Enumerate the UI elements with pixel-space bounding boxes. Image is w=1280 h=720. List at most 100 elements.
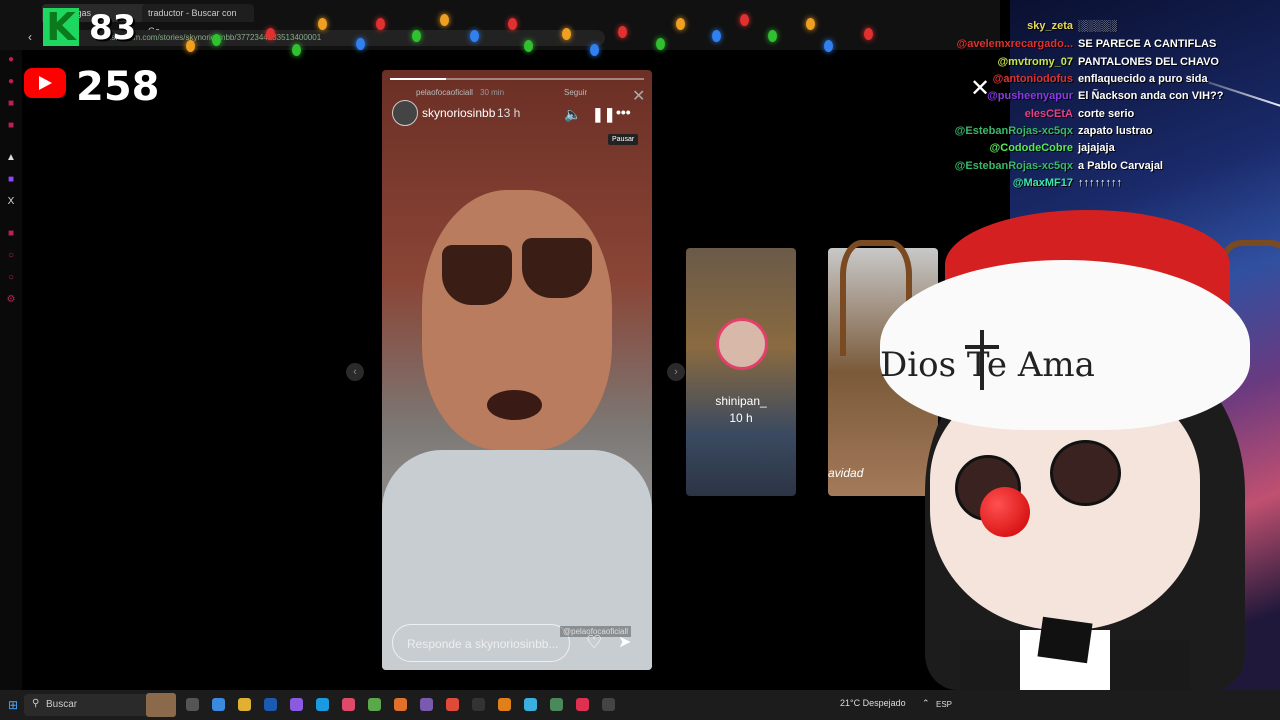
sunglasses-right [522, 238, 592, 298]
chrome-icon[interactable] [446, 698, 459, 711]
taskbar-widget[interactable] [146, 693, 176, 717]
christmas-light [412, 30, 421, 42]
next-story-preview[interactable]: shinipan_ 10 h [686, 248, 796, 496]
vtuber-bow [1037, 616, 1093, 664]
sidebar-up-icon[interactable]: ▲ [5, 152, 17, 164]
chat-close-icon[interactable]: ✕ [970, 74, 990, 103]
sidebar-twitch-icon[interactable]: ■ [5, 174, 17, 186]
chat-username[interactable]: @pusheenyapur [987, 90, 1073, 102]
app-icon-5[interactable] [290, 698, 303, 711]
app-icon-10[interactable] [420, 698, 433, 711]
chat-message: jajajaja [1078, 142, 1115, 154]
windows-icon[interactable]: ⊞ [8, 698, 18, 712]
christmas-light [292, 44, 301, 56]
more-icon[interactable]: ••• [616, 104, 631, 120]
youtube-play-icon [39, 76, 52, 90]
youtube-viewer-count: 258 [76, 64, 160, 110]
app-icon-8[interactable] [368, 698, 381, 711]
vtuber-eye-right [1050, 440, 1121, 506]
task-view-icon[interactable] [186, 698, 199, 711]
chat-message: ↑↑↑↑↑↑↑↑ [1078, 177, 1122, 189]
close-icon[interactable]: ✕ [632, 86, 645, 106]
chat-username[interactable]: elesCEtA [1025, 108, 1073, 120]
sidebar-tab-icon[interactable]: ■ [5, 120, 17, 132]
christmas-light [562, 28, 571, 40]
sidebar-wallet-icon[interactable]: ○ [5, 272, 17, 284]
sidebar-x-icon[interactable]: X [5, 196, 17, 208]
christmas-light [318, 18, 327, 30]
sidebar-app-icon[interactable]: ■ [5, 228, 17, 240]
chat-username[interactable]: @avelemxrecargado... [956, 38, 1073, 50]
sidebar-clock-icon[interactable]: ○ [5, 250, 17, 262]
next-story-caption: avidad [828, 466, 864, 480]
app-icon-14[interactable] [524, 698, 537, 711]
firefox-icon[interactable] [394, 698, 407, 711]
story-progress-fill [390, 78, 446, 80]
christmas-light [186, 40, 195, 52]
volume-icon[interactable]: 🔈 [564, 106, 581, 123]
chat-username[interactable]: sky_zeta [1027, 20, 1073, 32]
red-nose [980, 487, 1030, 537]
weather-widget[interactable]: 21°C Despejado [840, 698, 906, 708]
christmas-light [266, 28, 275, 40]
chat-username[interactable]: @mvtromy_07 [997, 56, 1073, 68]
copilot-icon[interactable] [212, 698, 225, 711]
story-sub-username: pelaofocaoficiall [416, 88, 473, 97]
opera-icon[interactable] [576, 698, 589, 711]
sidebar-chat-icon[interactable]: ● [5, 76, 17, 88]
follow-button[interactable]: Seguir [564, 88, 587, 97]
vscode-icon[interactable] [264, 698, 277, 711]
christmas-light [656, 38, 665, 50]
christmas-light [212, 34, 221, 46]
story-sub-time: 30 min [480, 88, 505, 97]
app-icon-12[interactable] [472, 698, 485, 711]
story-username[interactable]: skynoriosinbb [422, 106, 495, 120]
sidebar-history-icon[interactable]: ● [5, 54, 17, 66]
next-story-username: shinipan_ [715, 394, 767, 408]
next-story-avatar [716, 318, 768, 370]
christmas-light [524, 40, 533, 52]
dios-banner: Dios Te Ama [880, 345, 1095, 385]
sidebar-gear-icon[interactable]: ⚙ [5, 294, 17, 306]
search-icon: ⚲ [32, 698, 40, 709]
next-story-time: 10 h [729, 411, 753, 425]
tab-traductor[interactable]: traductor - Buscar con Go [142, 4, 254, 36]
chat-username[interactable]: @EstebanRojas-xc5qx [955, 160, 1073, 172]
story-progress-bar [390, 78, 644, 80]
app-icon-15[interactable] [550, 698, 563, 711]
chat-username[interactable]: @EstebanRojas-xc5qx [955, 125, 1073, 137]
kick-viewer-count: 83 [89, 8, 137, 48]
edge-icon[interactable] [316, 698, 329, 711]
send-icon[interactable]: ➤ [618, 632, 631, 652]
chat-message: corte serio [1078, 108, 1135, 120]
christmas-light [618, 26, 627, 38]
chevron-up-icon[interactable]: ⌃ [922, 698, 930, 709]
christmas-light [470, 30, 479, 42]
chat-username[interactable]: @antoniodofus [993, 73, 1073, 85]
chat-message: El Ñackson anda con VIH?? [1078, 90, 1224, 102]
chevron-right-icon[interactable]: › [667, 363, 685, 381]
browser-sidebar [0, 50, 22, 690]
chat-message: ░░░░░ [1078, 20, 1117, 32]
language-indicator[interactable]: ESP [936, 700, 952, 709]
app-icon-7[interactable] [342, 698, 355, 711]
chat-message: zapato lustrao [1078, 125, 1153, 137]
taskbar: ⊞ Buscar ⚲ 21°C Despejado ⌃ ESP [0, 690, 1280, 720]
chat-username[interactable]: @MaxMF17 [1013, 177, 1073, 189]
christmas-light [824, 40, 833, 52]
chevron-left-icon[interactable]: ‹ [346, 363, 364, 381]
story-timestamp: 13 h [497, 106, 521, 120]
story-avatar[interactable] [392, 100, 418, 126]
story-viewer[interactable]: pelaofocaoficiall 30 min Seguir skynorio… [382, 70, 652, 670]
app-icon-17[interactable] [602, 698, 615, 711]
app-icon-13[interactable] [498, 698, 511, 711]
chat-username[interactable]: @CododeCobre [990, 142, 1073, 154]
heart-icon[interactable]: ♡ [586, 632, 602, 653]
sidebar-mail-icon[interactable]: ■ [5, 98, 17, 110]
christmas-light [508, 18, 517, 30]
chat-message: PANTALONES DEL CHAVO [1078, 56, 1219, 68]
pause-icon[interactable]: ❚❚ [592, 106, 615, 123]
back-arrow-icon[interactable]: ‹ [28, 30, 32, 44]
folder-icon[interactable] [238, 698, 251, 711]
reply-input[interactable]: Responde a skynoriosinbb... [392, 624, 570, 662]
